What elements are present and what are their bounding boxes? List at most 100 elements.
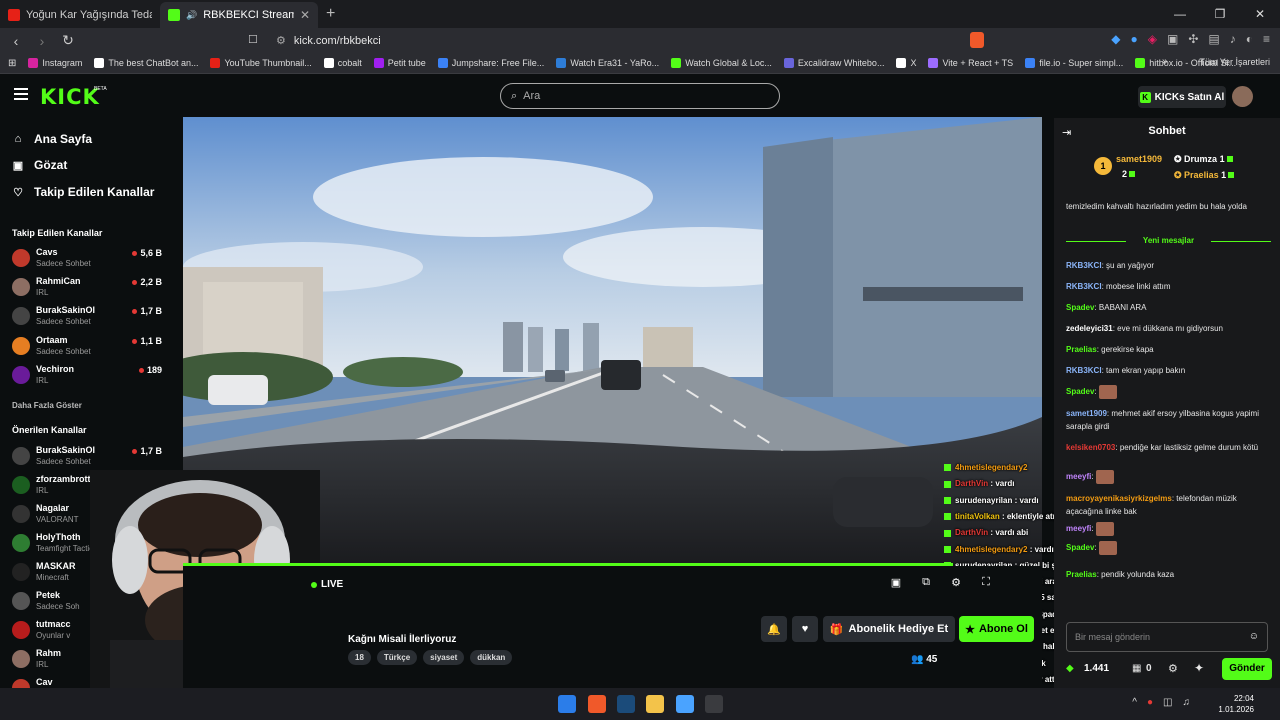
bookmark-item[interactable]: cobalt [323,58,362,68]
bookmark-item[interactable]: Vite + React + TS [928,58,1013,68]
wallet-icon[interactable]: ◐ [1246,32,1253,46]
chat-username[interactable]: Praelias [1066,570,1097,579]
bookmark-item[interactable]: X [896,58,916,68]
sidebar-icon[interactable]: ▤ [1208,32,1219,46]
bookmark-item[interactable]: YouTube Thumbnail... [210,58,312,68]
maximize-icon[interactable]: ❐ [1200,0,1240,28]
sidebar-channel-ortaam[interactable]: Ortaam Sadece Sohbet 1,1 B [12,334,162,360]
sidebar-recommended-item[interactable]: BurakSakinOl Sadece Sohbet 1,7 B [12,444,162,470]
chat-username[interactable]: RKB3KCI [1066,282,1102,291]
search-input[interactable]: ⌕ Ara [500,83,780,109]
fullscreen-icon[interactable]: ⛶ [977,576,995,592]
pip-icon[interactable]: ⧉ [917,576,935,592]
chat-username[interactable]: zedeleyici31 [1066,324,1113,333]
show-more-link[interactable]: Daha Fazla Göster [12,401,82,410]
chat-username[interactable]: RKB3KCI [1066,366,1102,375]
leaderboard-user[interactable]: ✪ Praelias 1 [1174,170,1235,181]
chat-username[interactable]: samet1909 [1066,409,1107,418]
chat-username[interactable]: kelsiken0703 [1066,443,1115,452]
chat-settings-icon[interactable]: ⚙ [1168,662,1178,675]
browser-tab-1[interactable]: Yoğun Kar Yağışında Tedavi Edici Gec [0,2,160,28]
music-icon[interactable]: ♪ [1230,32,1236,46]
address-bar[interactable]: ⚙ kick.com/rbkbekci [268,31,988,50]
bookmark-item[interactable]: Jumpshare: Free File... [437,58,544,68]
bookmark-item[interactable]: Watch Era31 - YaRo... [556,58,659,68]
sidebar-channel-vechiron[interactable]: Vechiron IRL 189 [12,363,162,389]
obs-icon[interactable] [705,695,723,713]
close-tab-icon[interactable]: ✕ [300,8,310,22]
extension-icon[interactable]: ◆ [1111,32,1120,46]
site-info-icon[interactable]: ⚙ [276,34,286,47]
chat-username[interactable]: Spadev [1066,387,1094,396]
user-avatar[interactable] [1232,86,1253,107]
audio-icon[interactable]: 🔊 [186,10,197,21]
chat-username[interactable]: RKB3KCI [1066,261,1102,270]
tag[interactable]: Türkçe [376,650,418,665]
emoji-icon[interactable]: ☺ [1249,631,1259,642]
close-window-icon[interactable]: ✕ [1240,0,1280,28]
tag[interactable]: siyaset [423,650,465,665]
send-button[interactable]: Gönder [1222,658,1272,680]
steam-icon[interactable] [617,695,635,713]
browser-tab-2[interactable]: 🔊 RBKBEKCI Stream - Watch Live ✕ [160,2,318,28]
kick-logo[interactable]: KICK [40,85,100,109]
bookmark-item[interactable]: Instagram [28,58,82,68]
settings-icon[interactable]: ⚙ [947,576,965,592]
bookmark-item[interactable]: file.io - Super simpl... [1025,58,1123,68]
leaderboard-user[interactable]: ✪ Drumza 1 [1174,154,1233,165]
tag[interactable]: 18 [348,650,371,665]
hamburger-menu-icon[interactable] [14,88,28,100]
follow-button[interactable]: ♥ [792,616,818,642]
gift-subscription-button[interactable]: 🎁 Abonelik Hediye Et [823,616,955,642]
microphone-icon[interactable]: ● [1147,697,1153,708]
chat-username[interactable]: macroyayenikasiyrkizgelms [1066,494,1172,503]
puzzle-icon[interactable]: ✣ [1188,32,1198,46]
all-bookmarks-button[interactable]: Tüm Yer İşaretleri [1199,57,1270,67]
chat-username[interactable]: Spadev [1066,543,1094,552]
tag[interactable]: dükkan [470,650,513,665]
notification-bell-button[interactable]: 🔔 [761,616,787,642]
chat-username[interactable]: meeyfi [1066,472,1091,481]
chat-username[interactable]: Praelias [1066,345,1097,354]
app-icon[interactable] [676,695,694,713]
nav-following[interactable]: ♡ Takip Edilen Kanallar [12,185,162,199]
sidebar-channel-rahmican[interactable]: RahmiCan IRL 2,2 B [12,275,162,301]
windows-start-icon[interactable] [558,695,576,713]
bookmark-icon[interactable]: ☐ [248,33,258,46]
more-bookmarks-icon[interactable]: » [1162,56,1168,67]
file-explorer-icon[interactable] [646,695,664,713]
tray-chevron-icon[interactable]: ^ [1132,697,1137,708]
bookmark-item[interactable]: The best ChatBot an... [94,58,198,68]
reload-icon[interactable]: ↻ [58,32,78,49]
apps-icon[interactable]: ⊞ [8,58,16,69]
theater-mode-icon[interactable]: ▣ [887,576,905,592]
nav-browse[interactable]: ▣ Gözat [12,158,162,172]
minimize-icon[interactable]: — [1160,0,1200,28]
chat-username[interactable]: Spadev [1066,303,1094,312]
system-clock[interactable]: 22:04 1.01.2026 [1218,693,1254,715]
extension-icon[interactable]: ▣ [1167,32,1178,46]
bookmark-item[interactable]: Excalidraw Whitebo... [783,58,884,68]
bookmark-item[interactable]: Watch Global & Loc... [671,58,772,68]
nav-home[interactable]: ⌂ Ana Sayfa [12,132,162,146]
brave-shield-icon[interactable] [970,32,984,48]
brave-browser-icon[interactable] [588,695,606,713]
buy-kicks-button[interactable]: K KICKs Satın Al [1138,86,1226,108]
subscribe-button[interactable]: ★ Abone Ol [959,616,1034,642]
forward-icon[interactable]: › [32,33,52,49]
back-icon[interactable]: ‹ [6,33,26,49]
extension-icon[interactable]: ● [1131,32,1138,46]
chat-input[interactable]: Bir mesaj gönderin ☺ [1066,622,1268,652]
chat-username[interactable]: meeyfi [1066,524,1091,533]
volume-icon[interactable]: ♫ [1183,697,1191,708]
extension-icon[interactable]: ◈ [1148,32,1157,46]
leaderboard-user[interactable]: samet1909 [1116,154,1162,164]
new-tab-button[interactable]: + [326,5,335,23]
sidebar-channel-cavs[interactable]: Cavs Sadece Sohbet 5,6 B [12,246,162,272]
chat-message: Praelias: pendik yolunda kaza [1066,570,1175,579]
network-icon[interactable]: ◫ [1163,697,1172,708]
bookmark-item[interactable]: Petit tube [373,58,426,68]
menu-icon[interactable]: ≡ [1263,32,1270,46]
sidebar-channel-buraksakinol[interactable]: BurakSakinOl Sadece Sohbet 1,7 B [12,304,162,330]
emote-picker-icon[interactable]: ✦ [1194,661,1204,675]
